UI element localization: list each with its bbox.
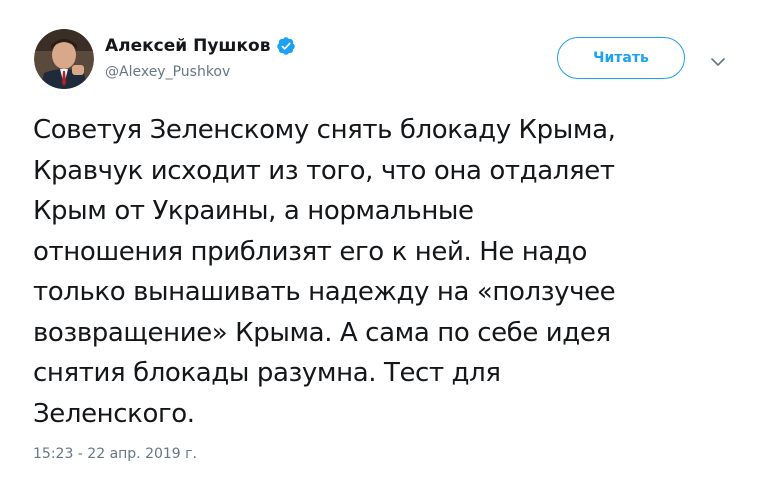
tweet-card: Алексей Пушков @Alexey_Pushkov Читать Со… [0, 0, 763, 481]
avatar-image [34, 29, 94, 89]
verified-badge-icon [276, 36, 296, 56]
author-name-row[interactable]: Алексей Пушков [105, 34, 296, 58]
tweet-text: Советуя Зеленскому снять блокаду Крыма, … [33, 110, 743, 434]
tweet-text-line: Зеленского. [33, 398, 195, 429]
follow-button[interactable]: Читать [557, 37, 685, 79]
tweet-text-line: Крым от Украины, а нормальные [33, 196, 474, 226]
author-handle[interactable]: @Alexey_Pushkov [105, 64, 230, 80]
tweet-text-line: возвращение» Крыма. А сама по себе идея [33, 317, 611, 348]
avatar[interactable] [34, 29, 94, 89]
author-display-name[interactable]: Алексей Пушков [105, 36, 270, 56]
chevron-down-icon[interactable] [710, 53, 726, 66]
tweet-timestamp[interactable]: 15:23 - 22 апр. 2019 г. [33, 446, 197, 462]
tweet-text-line: только вынашивать надежду на «ползучее [33, 277, 616, 307]
tweet-text-line: снятия блокады разумна. Тест для [33, 358, 501, 388]
tweet-text-line: отношения приблизят его к ней. Не надо [33, 236, 588, 267]
tweet-text-line: Кравчук исходит из того, что она отдаляе… [33, 155, 615, 186]
tweet-text-line: Советуя Зеленскому снять блокаду Крыма, [33, 115, 616, 145]
